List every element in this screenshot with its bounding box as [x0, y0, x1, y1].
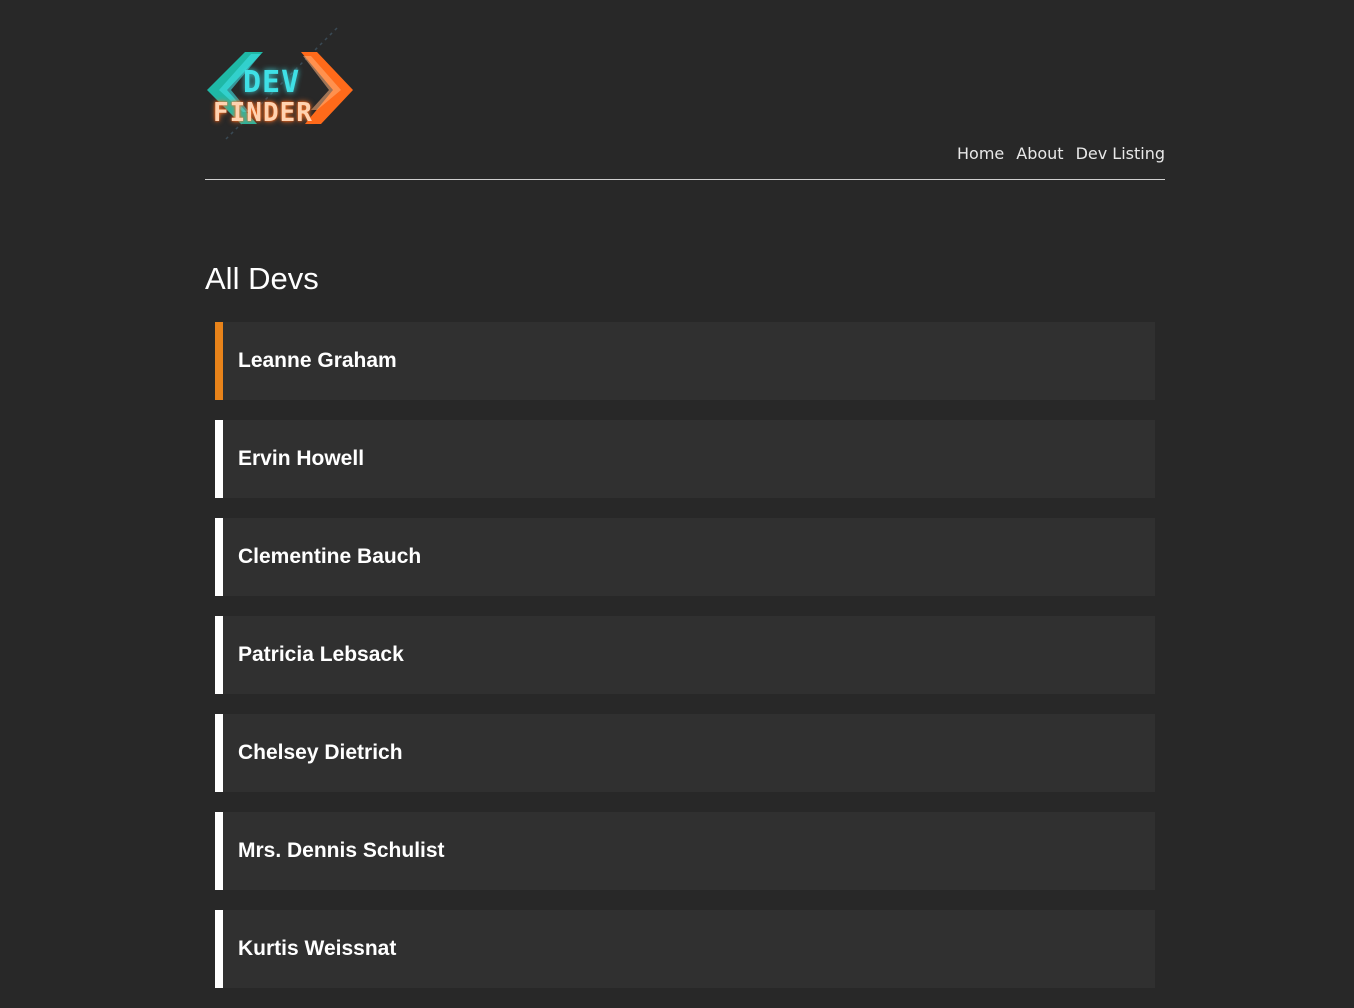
dev-name: Mrs. Dennis Schulist — [238, 839, 445, 862]
dev-name: Leanne Graham — [238, 349, 397, 372]
dev-list-item[interactable]: Kurtis Weissnat — [215, 910, 1155, 988]
dev-name: Kurtis Weissnat — [238, 937, 397, 960]
dev-finder-logo[interactable]: DEV FINDER — [205, 24, 357, 142]
main-nav: Home About Dev Listing — [957, 144, 1165, 163]
dev-list-item[interactable]: Chelsey Dietrich — [215, 714, 1155, 792]
dev-list: Leanne Graham Ervin Howell Clementine Ba… — [215, 322, 1155, 1008]
dev-list-item[interactable]: Leanne Graham — [215, 322, 1155, 400]
page-title: All Devs — [205, 261, 319, 296]
nav-home-link[interactable]: Home — [957, 144, 1004, 163]
dev-list-item[interactable]: Patricia Lebsack — [215, 616, 1155, 694]
dev-name: Patricia Lebsack — [238, 643, 404, 666]
dev-name: Ervin Howell — [238, 447, 365, 470]
logo-text-finder: FINDER — [213, 98, 313, 128]
nav-about-link[interactable]: About — [1016, 144, 1063, 163]
dev-list-item[interactable]: Ervin Howell — [215, 420, 1155, 498]
logo-text-dev: DEV — [243, 65, 301, 100]
dev-list-item[interactable]: Mrs. Dennis Schulist — [215, 812, 1155, 890]
dev-name: Chelsey Dietrich — [238, 741, 403, 764]
header-divider — [205, 179, 1165, 180]
dev-name: Clementine Bauch — [238, 545, 422, 568]
nav-dev-listing-link[interactable]: Dev Listing — [1076, 144, 1165, 163]
dev-list-item[interactable]: Clementine Bauch — [215, 518, 1155, 596]
